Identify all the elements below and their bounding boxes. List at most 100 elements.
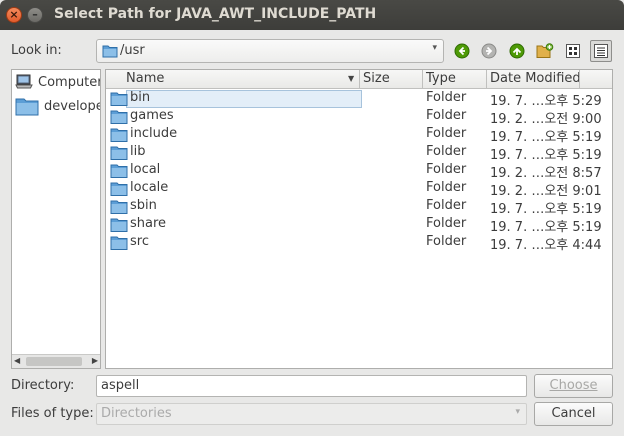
column-divider [486,70,487,89]
icon-view-button[interactable] [562,40,584,62]
row-date-modified: 19. 7. …오후 5:19 [490,148,602,163]
minimize-button[interactable]: – [27,7,43,23]
computer-icon [15,74,33,89]
row-type: Folder [426,90,467,105]
places-item-label: develope [44,98,101,114]
look-in-value: /usr [120,43,145,58]
table-row[interactable]: sbin Folder 19. 7. …오후 5:19 [106,198,612,217]
row-type: Folder [426,234,467,249]
folder-icon [110,236,128,250]
directory-input-value: aspell [101,378,140,393]
file-list: Name ▼ Size Type Date Modified bin Folder… [105,69,613,369]
close-button[interactable]: × [6,7,22,23]
forward-arrow-icon [481,43,497,59]
cancel-button[interactable]: Cancel [534,402,613,426]
table-row[interactable]: src Folder 19. 7. …오후 4:44 [106,234,612,254]
row-date-modified: 19. 2. …오전 8:57 [490,166,602,181]
row-name: locale [130,180,169,195]
sort-descending-icon: ▼ [348,74,355,83]
scrollbar-thumb[interactable] [26,357,82,366]
chevron-down-icon: ▾ [515,407,520,417]
column-divider [579,70,580,89]
row-date-modified: 19. 2. …오전 9:01 [490,184,602,199]
row-type: Folder [426,108,467,123]
folder-icon [110,218,128,232]
column-header-size[interactable]: Size [363,71,390,86]
folder-icon [110,128,128,142]
places-panel: Computer develope ◀ ▶ [11,69,101,369]
table-row[interactable]: games Folder 19. 2. …오전 9:00 [106,108,612,127]
window-title: Select Path for JAVA_AWT_INCLUDE_PATH [54,6,377,22]
folder-icon [110,92,128,106]
row-type: Folder [426,216,467,231]
table-row[interactable]: include Folder 19. 7. …오후 5:19 [106,126,612,145]
directory-input[interactable]: aspell [96,375,527,397]
row-name: bin [130,90,151,105]
table-row[interactable]: lib Folder 19. 7. …오후 5:19 [106,144,612,163]
row-name: src [130,234,149,249]
places-item-develope[interactable]: develope [15,96,101,116]
places-item-computer[interactable]: Computer [15,72,101,92]
folder-icon [15,98,39,116]
table-row[interactable]: locale Folder 19. 2. …오전 9:01 [106,180,612,199]
row-type: Folder [426,198,467,213]
scroll-right-icon[interactable]: ▶ [92,356,98,365]
row-date-modified: 19. 7. …오후 5:19 [490,130,602,145]
table-row[interactable]: local Folder 19. 2. …오전 8:57 [106,162,612,181]
folder-icon [102,45,118,58]
row-type: Folder [426,162,467,177]
table-header: Name ▼ Size Type Date Modified [106,70,612,89]
up-button[interactable] [506,40,528,62]
folder-icon [110,110,128,124]
files-of-type-combo[interactable]: Directories ▾ [96,403,527,425]
table-row[interactable]: share Folder 19. 7. …오후 5:19 [106,216,612,235]
new-folder-button[interactable] [534,40,556,62]
detail-view-button[interactable] [590,40,612,62]
row-date-modified: 19. 7. …오후 5:29 [490,94,602,109]
row-name: sbin [130,198,157,213]
column-header-date[interactable]: Date Modified [490,71,581,86]
table-row[interactable]: bin Folder 19. 7. …오후 5:29 [106,90,612,109]
column-header-name[interactable]: Name [126,71,164,86]
row-type: Folder [426,144,467,159]
files-of-type-label: Files of type: [11,406,94,421]
new-folder-icon [536,43,554,58]
row-name: games [130,108,174,123]
back-arrow-icon [454,43,470,59]
row-type: Folder [426,126,467,141]
row-date-modified: 19. 2. …오전 9:00 [490,112,602,127]
cancel-button-label: Cancel [551,406,596,421]
look-in-combo[interactable]: /usr ▾ [96,39,444,63]
folder-icon [110,164,128,178]
row-type: Folder [426,180,467,195]
look-in-label: Look in: [11,43,62,58]
folder-icon [110,146,128,160]
row-name: lib [130,144,146,159]
choose-button-label: Choose [549,378,598,393]
row-icon [110,235,128,254]
directory-label: Directory: [11,378,75,393]
chevron-down-icon: ▾ [432,43,437,53]
column-divider [359,70,360,89]
row-name: share [130,216,167,231]
detail-view-icon [594,44,608,58]
folder-icon [110,182,128,196]
selection-highlight [126,90,362,108]
column-divider [422,70,423,89]
icon-view-icon [566,44,580,58]
row-date-modified: 19. 7. …오후 4:44 [490,238,602,253]
forward-button[interactable] [478,40,500,62]
row-date-modified: 19. 7. …오후 5:19 [490,220,602,235]
row-name: local [130,162,161,177]
row-date-modified: 19. 7. …오후 5:19 [490,202,602,217]
row-name: include [130,126,178,141]
places-horizontal-scrollbar[interactable]: ◀ ▶ [12,354,100,368]
scroll-left-icon[interactable]: ◀ [14,356,20,365]
column-header-type[interactable]: Type [426,71,456,86]
title-bar: × – Select Path for JAVA_AWT_INCLUDE_PAT… [0,0,624,30]
up-arrow-icon [509,43,525,59]
back-button[interactable] [451,40,473,62]
choose-button[interactable]: Choose [534,374,613,398]
files-of-type-value: Directories [101,406,172,421]
places-item-label: Computer [38,74,101,90]
